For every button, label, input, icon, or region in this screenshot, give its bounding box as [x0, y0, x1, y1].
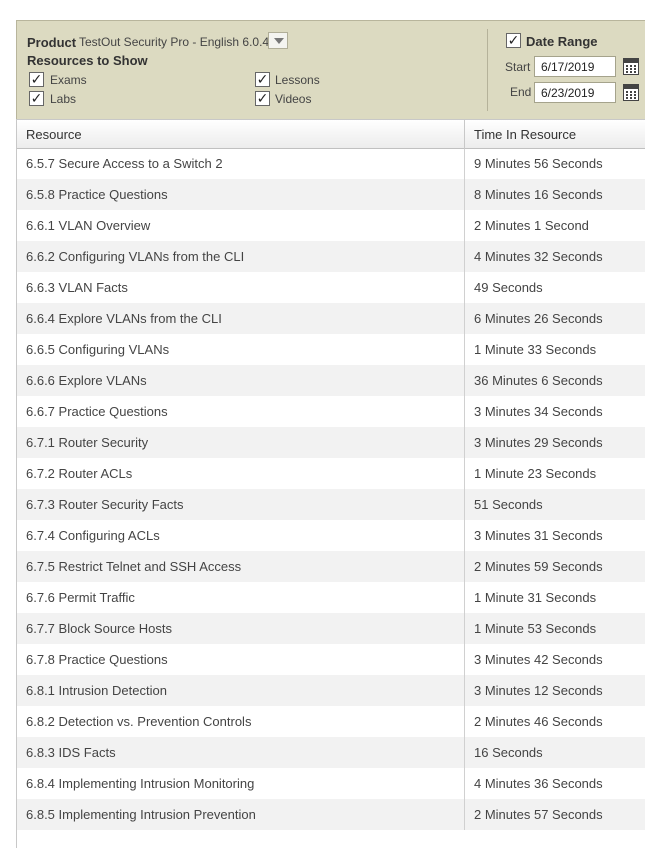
end-label: End: [510, 85, 532, 99]
resource-cell: 6.7.2 Router ACLs: [17, 458, 465, 489]
resource-cell: 6.7.4 Configuring ACLs: [17, 520, 465, 551]
table-row[interactable]: 6.7.4 Configuring ACLs 3 Minutes 31 Secon…: [17, 520, 645, 551]
lessons-checkbox[interactable]: ✓: [255, 72, 270, 87]
resource-cell: 6.7.7 Block Source Hosts: [17, 613, 465, 644]
time-cell: 2 Minutes 46 Seconds: [474, 714, 603, 729]
resource-cell: 6.6.1 VLAN Overview: [17, 210, 465, 241]
table-row[interactable]: 6.6.2 Configuring VLANs from the CLI 4 Mi…: [17, 241, 645, 272]
time-cell: 49 Seconds: [474, 280, 543, 295]
table-row[interactable]: 6.7.7 Block Source Hosts 1 Minute 53 Seco…: [17, 613, 645, 644]
start-label: Start: [505, 60, 531, 74]
resource-cell: 6.6.4 Explore VLANs from the CLI: [17, 303, 465, 334]
resource-cell: 6.7.8 Practice Questions: [17, 644, 465, 675]
resources-label: Resources to Show: [27, 53, 148, 68]
time-cell: 2 Minutes 57 Seconds: [474, 807, 603, 822]
time-cell: 3 Minutes 34 Seconds: [474, 404, 603, 419]
table-row[interactable]: 6.5.8 Practice Questions 8 Minutes 16 Sec…: [17, 179, 645, 210]
resource-cell: 6.6.5 Configuring VLANs: [17, 334, 465, 365]
product-value: TestOut Security Pro - English 6.0.4: [79, 35, 270, 49]
time-cell: 51 Seconds: [474, 497, 543, 512]
resource-cell: 6.6.6 Explore VLANs: [17, 365, 465, 396]
resource-cell: 6.8.5 Implementing Intrusion Prevention: [17, 799, 465, 830]
time-cell: 1 Minute 53 Seconds: [474, 621, 597, 636]
resource-cell: 6.5.7 Secure Access to a Switch 2: [17, 148, 465, 179]
videos-label: Videos: [275, 92, 312, 106]
table-row[interactable]: 6.5.7 Secure Access to a Switch 2 9 Minut…: [17, 148, 645, 179]
resource-table: Resource Time In Resource 6.5.6 Secure A…: [16, 119, 645, 848]
filter-panel: Product TestOut Security Pro - English 6…: [16, 20, 645, 120]
table-row[interactable]: 6.6.1 VLAN Overview 2 Minutes 1 Second: [17, 210, 645, 241]
time-cell: 9 Minutes 56 Seconds: [474, 156, 603, 171]
lessons-label: Lessons: [275, 73, 320, 87]
labs-label: Labs: [50, 92, 77, 106]
table-row[interactable]: 6.8.4 Implementing Intrusion Monitoring 4…: [17, 768, 645, 799]
resource-cell: 6.8.3 IDS Facts: [17, 737, 465, 768]
time-cell: 36 Minutes 6 Seconds: [474, 373, 603, 388]
table-row[interactable]: 6.7.2 Router ACLs 1 Minute 23 Seconds: [17, 458, 645, 489]
videos-checkbox[interactable]: ✓: [255, 91, 270, 106]
table-row[interactable]: 6.8.3 IDS Facts 16 Seconds: [17, 737, 645, 768]
table-row[interactable]: 6.7.6 Permit Traffic 1 Minute 31 Seconds: [17, 582, 645, 613]
time-cell: 2 Minutes 1 Second: [474, 218, 589, 233]
start-date-input[interactable]: 6/17/2019: [534, 56, 616, 77]
time-cell: 8 Minutes 16 Seconds: [474, 187, 603, 202]
table-row[interactable]: 6.8.2 Detection vs. Prevention Controls 2…: [17, 706, 645, 737]
resource-cell: 6.7.5 Restrict Telnet and SSH Access: [17, 551, 465, 582]
product-dropdown-button[interactable]: [268, 32, 288, 49]
product-label: Product: [27, 35, 77, 50]
time-cell: 4 Minutes 32 Seconds: [474, 249, 603, 264]
exams-label: Exams: [50, 73, 87, 87]
resource-cell: 6.8.1 Intrusion Detection: [17, 675, 465, 706]
date-range-label: Date Range: [526, 34, 598, 49]
resource-cell: 6.7.1 Router Security: [17, 427, 465, 458]
time-cell: 3 Minutes 29 Seconds: [474, 435, 603, 450]
table-row[interactable]: 6.6.3 VLAN Facts 49 Seconds: [17, 272, 645, 303]
resource-cell: 6.6.2 Configuring VLANs from the CLI: [17, 241, 465, 272]
calendar-icon[interactable]: [623, 58, 639, 75]
table-row[interactable]: 6.6.7 Practice Questions 3 Minutes 34 Sec…: [17, 396, 645, 427]
labs-checkbox[interactable]: ✓: [29, 91, 44, 106]
resource-cell: 6.7.3 Router Security Facts: [17, 489, 465, 520]
table-row[interactable]: 6.7.1 Router Security 3 Minutes 29 Second…: [17, 427, 645, 458]
time-cell: 1 Minute 33 Seconds: [474, 342, 597, 357]
table-row[interactable]: 6.6.4 Explore VLANs from the CLI 6 Minute…: [17, 303, 645, 334]
resource-cell: 6.8.2 Detection vs. Prevention Controls: [17, 706, 465, 737]
table-row[interactable]: 6.8.5 Implementing Intrusion Prevention 2…: [17, 799, 645, 830]
calendar-icon[interactable]: [623, 84, 639, 101]
time-cell: 3 Minutes 31 Seconds: [474, 528, 603, 543]
table-row[interactable]: 6.7.8 Practice Questions 3 Minutes 42 Sec…: [17, 644, 645, 675]
resource-cell: 6.5.8 Practice Questions: [17, 179, 465, 210]
exams-checkbox[interactable]: ✓: [29, 72, 44, 87]
table-header: Resource Time In Resource: [17, 119, 645, 149]
table-row[interactable]: 6.7.3 Router Security Facts 51 Seconds: [17, 489, 645, 520]
column-header-time[interactable]: Time In Resource: [465, 120, 645, 149]
resource-cell: 6.6.7 Practice Questions: [17, 396, 465, 427]
table-row[interactable]: 6.6.5 Configuring VLANs 1 Minute 33 Secon…: [17, 334, 645, 365]
time-cell: 2 Minutes 59 Seconds: [474, 559, 603, 574]
end-date-input[interactable]: 6/23/2019: [534, 82, 616, 103]
time-cell: 1 Minute 31 Seconds: [474, 590, 597, 605]
table-body: 6.5.6 Secure Access to a Switch15 Minute…: [17, 119, 645, 830]
resource-cell: 6.8.4 Implementing Intrusion Monitoring: [17, 768, 465, 799]
time-cell: 3 Minutes 12 Seconds: [474, 683, 603, 698]
table-row[interactable]: 6.8.1 Intrusion Detection 3 Minutes 12 Se…: [17, 675, 645, 706]
table-row[interactable]: 6.6.6 Explore VLANs 36 Minutes 6 Seconds: [17, 365, 645, 396]
column-header-resource[interactable]: Resource: [17, 120, 465, 149]
time-cell: 16 Seconds: [474, 745, 543, 760]
date-range-checkbox[interactable]: ✓: [506, 33, 521, 48]
time-cell: 1 Minute 23 Seconds: [474, 466, 597, 481]
resource-cell: 6.6.3 VLAN Facts: [17, 272, 465, 303]
panel-divider: [487, 29, 488, 111]
resource-cell: 6.7.6 Permit Traffic: [17, 582, 465, 613]
time-cell: 6 Minutes 26 Seconds: [474, 311, 603, 326]
time-cell: 3 Minutes 42 Seconds: [474, 652, 603, 667]
table-row[interactable]: 6.7.5 Restrict Telnet and SSH Access 2 Mi…: [17, 551, 645, 582]
time-cell: 4 Minutes 36 Seconds: [474, 776, 603, 791]
